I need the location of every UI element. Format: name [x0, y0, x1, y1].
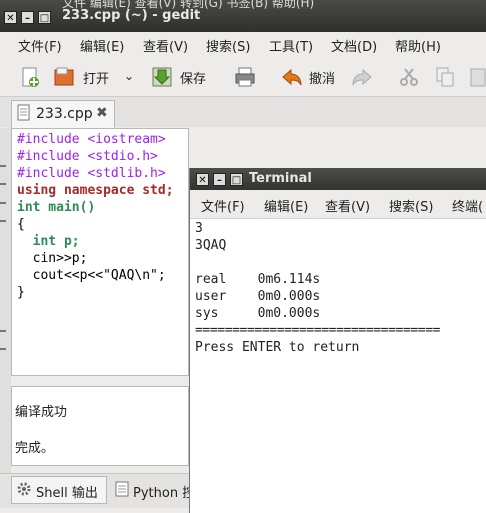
terminal-output[interactable]	[190, 219, 486, 513]
code-text: int main()	[17, 200, 96, 215]
terminal-line: Press ENTER to return	[195, 340, 360, 355]
terminal-menu-terminal[interactable]: 终端(	[452, 196, 483, 215]
copy-icon[interactable]	[434, 66, 456, 88]
code-line-4: using namespace std;	[17, 182, 174, 199]
terminal-close-icon[interactable]: ✕	[196, 173, 209, 186]
terminal-minimize-icon[interactable]: –	[213, 173, 226, 186]
terminal-menu-view[interactable]: 查看(V)	[325, 196, 370, 215]
code-line-5: int main()	[17, 199, 95, 216]
console-icon	[115, 481, 129, 497]
code-text: cout<<p<<"QAQ\n";	[17, 268, 166, 283]
code-text: #include <stdlib.h>	[17, 166, 166, 181]
redo-icon[interactable]	[351, 66, 373, 88]
code-line-10: }	[17, 284, 25, 301]
panel-marker	[0, 165, 6, 167]
code-text: cin>>p;	[17, 251, 88, 266]
menu-search[interactable]: 搜索(S)	[206, 36, 250, 55]
menu-view[interactable]: 查看(V)	[143, 36, 188, 55]
panel-marker	[0, 183, 6, 185]
cut-icon[interactable]	[398, 66, 420, 88]
terminal-maximize-icon[interactable]: □	[230, 173, 243, 186]
print-icon[interactable]	[234, 66, 256, 88]
side-panel-edge	[0, 128, 11, 478]
open-folder-icon[interactable]	[53, 66, 75, 88]
gear-icon	[17, 482, 31, 496]
panel-marker	[0, 348, 6, 350]
save-icon[interactable]	[151, 66, 173, 88]
tab-label: 233.cpp	[36, 106, 93, 122]
chevron-down-icon[interactable]: ⌄	[124, 69, 134, 83]
code-text: }	[17, 285, 25, 300]
window-title: 233.cpp (~) - gedit	[62, 8, 201, 23]
maximize-icon[interactable]: □	[38, 11, 51, 24]
menu-edit[interactable]: 编辑(E)	[80, 36, 124, 55]
terminal-menu-file[interactable]: 文件(F)	[201, 196, 245, 215]
code-line-3: #include <stdlib.h>	[17, 165, 166, 182]
close-tab-icon[interactable]: ✖	[96, 105, 108, 121]
output-line: 完成。	[15, 441, 55, 456]
code-line-7: int p;	[17, 233, 80, 250]
code-line-8: cin>>p;	[17, 250, 88, 267]
output-line: 编译成功	[15, 405, 68, 420]
code-text: {	[17, 217, 25, 232]
code-line-2: #include <stdio.h>	[17, 148, 158, 165]
terminal-separator: =================================	[195, 323, 441, 338]
code-text: int p;	[17, 234, 80, 249]
paste-icon[interactable]	[468, 66, 486, 88]
panel-marker	[0, 220, 6, 222]
code-text: #include <stdio.h>	[17, 149, 158, 164]
minimize-icon[interactable]: –	[21, 11, 34, 24]
terminal-line: sys 0m0.000s	[195, 306, 321, 321]
code-text: #include <iostream>	[17, 132, 166, 147]
terminal-line: 3QAQ	[195, 238, 227, 253]
code-line-9: cout<<p<<"QAQ\n";	[17, 267, 166, 284]
panel-marker	[0, 202, 6, 204]
code-line-1: #include <iostream>	[17, 131, 166, 148]
terminal-line: real 0m6.114s	[195, 272, 321, 287]
python-tab-label: Python 控	[133, 486, 196, 501]
terminal-title: Terminal	[249, 171, 312, 186]
new-document-icon[interactable]	[19, 66, 41, 88]
open-button-label[interactable]: 打开	[83, 68, 109, 87]
undo-icon[interactable]	[281, 66, 303, 88]
save-button-label[interactable]: 保存	[180, 68, 206, 87]
terminal-menu-edit[interactable]: 编辑(E)	[264, 196, 308, 215]
menu-tools[interactable]: 工具(T)	[269, 36, 313, 55]
code-line-6: {	[17, 216, 25, 233]
menu-file[interactable]: 文件(F)	[18, 36, 62, 55]
code-text: using namespace std;	[17, 183, 174, 198]
menu-help[interactable]: 帮助(H)	[395, 36, 441, 55]
shell-tab-label: Shell 输出	[36, 486, 98, 501]
terminal-menu-search[interactable]: 搜索(S)	[389, 196, 433, 215]
terminal-line: 3	[195, 221, 203, 236]
menu-documents[interactable]: 文档(D)	[331, 36, 377, 55]
document-icon	[17, 104, 30, 121]
undo-button-label[interactable]: 撤消	[309, 68, 335, 87]
panel-marker	[0, 330, 6, 332]
terminal-line: user 0m0.000s	[195, 289, 321, 304]
close-icon[interactable]: ✕	[4, 11, 17, 24]
